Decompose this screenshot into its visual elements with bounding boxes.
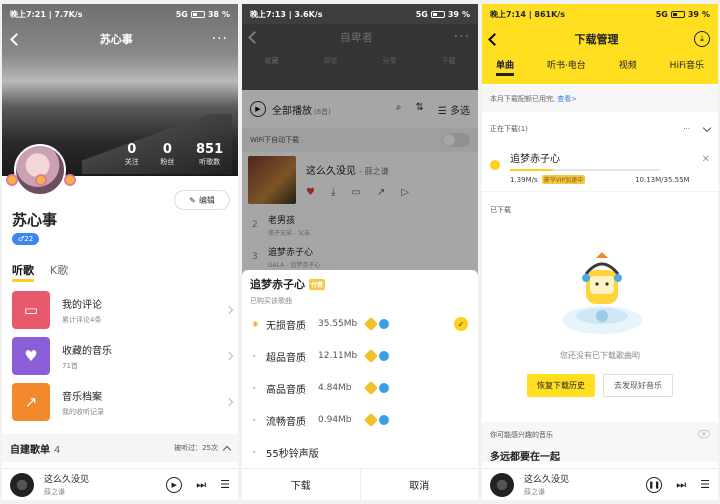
tab-video[interactable]: 视频: [619, 58, 637, 76]
sound-wave-icon: ✱: [252, 319, 259, 329]
vip-speed-badge: 豪华VIP加速中: [541, 175, 586, 184]
chevron-down-icon[interactable]: [702, 123, 712, 132]
screen: 晚上7:21 | 7.7K/s 5G 38% 苏心事 ··· 0 关注 0 粉丝 85…: [0, 0, 720, 504]
play-button[interactable]: ▶: [166, 476, 183, 493]
tab-hifi[interactable]: HiFi音乐: [670, 58, 704, 76]
playlist-icon[interactable]: ☰: [220, 478, 230, 491]
stat-followers[interactable]: 0 粉丝: [160, 142, 174, 167]
empty-message: 您还没有已下载歌曲哟: [560, 351, 640, 360]
quality-option-smooth[interactable]: • 流畅音质 0.94Mb: [242, 404, 478, 436]
stat-listens[interactable]: 851 听歌数: [196, 142, 223, 167]
vip-icon: [363, 380, 379, 396]
download-manager-panel: 晚上7:14 | 861K/s 5G 39% 下载管理 ⤓ 单曲 听书·电台 视频…: [482, 4, 718, 500]
next-button[interactable]: ⏭: [676, 478, 686, 492]
menu-music-archive[interactable]: ↗ 音乐档案 我的收听记录: [12, 382, 234, 422]
next-button[interactable]: ⏭: [196, 478, 206, 492]
view-quota-link[interactable]: 查看>: [557, 94, 577, 104]
profile-stats: 0 关注 0 粉丝 851 听歌数: [114, 142, 234, 167]
restore-history-button[interactable]: 恢复下载历史: [527, 374, 595, 397]
top-nav: 苏心事 ···: [2, 26, 238, 52]
mini-player[interactable]: 这么久没见 薛之谦 ❚❚ ⏭ ☰: [482, 468, 718, 500]
vip-icon: [363, 316, 379, 332]
svip-icon: [379, 415, 389, 425]
page-title: 苏心事: [99, 33, 133, 46]
quality-option-high[interactable]: • 高品音质 4.84Mb: [242, 372, 478, 404]
mini-player[interactable]: 这么久没见 薛之谦 ▶ ⏭ ☰: [2, 468, 238, 500]
cancel-button[interactable]: 取消: [361, 469, 479, 500]
status-bar: 晚上7:21 | 7.7K/s 5G 38%: [10, 9, 230, 19]
download-progress: [510, 169, 660, 171]
battery-icon: [190, 10, 205, 18]
status-bar: 晚上7:14 | 861K/s 5G 39%: [482, 4, 718, 24]
quality-sheet: 追梦赤子心 付费 已购买该歌曲 ✱ 无损音质 35.55Mb ✓ • 超品音质 1…: [242, 270, 478, 500]
chevron-up-icon[interactable]: [222, 445, 232, 454]
svip-icon: [379, 319, 389, 329]
pause-button[interactable]: ❚❚: [646, 476, 663, 493]
more-icon[interactable]: ···: [212, 32, 228, 46]
chevron-right-icon: [224, 351, 234, 361]
edit-profile-button[interactable]: ✎ 编辑: [174, 190, 230, 210]
gender-age-badge: ♂22: [12, 233, 40, 245]
quota-notice: 本月下载配额已用完, 查看>: [482, 86, 718, 112]
downloading-icon: [490, 160, 500, 170]
tab-listen[interactable]: 听歌: [12, 262, 34, 282]
download-icon[interactable]: ⤓: [694, 31, 710, 47]
battery-icon: [430, 10, 445, 18]
status-bar: 晚上7:13 | 3.6K/s 5G 39%: [242, 4, 478, 24]
playlists-header[interactable]: 自建歌单 4 被听过：25次: [2, 434, 238, 462]
tab-karaoke[interactable]: K歌: [50, 262, 68, 282]
battery-icon: [670, 10, 685, 18]
quality-option-lossless[interactable]: ✱ 无损音质 35.55Mb ✓: [242, 308, 478, 340]
back-icon[interactable]: [10, 32, 23, 46]
vip-icon: [363, 412, 379, 428]
quality-option-super[interactable]: • 超品音质 12.11Mb: [242, 340, 478, 372]
pencil-icon: ✎: [189, 195, 196, 205]
stat-following[interactable]: 0 关注: [125, 142, 139, 167]
paid-badge: 付费: [309, 278, 326, 290]
close-icon[interactable]: ✕: [698, 430, 710, 438]
discover-music-button[interactable]: 去发现好音乐: [603, 374, 673, 397]
back-icon[interactable]: [488, 32, 501, 46]
downloaded-header: 已下载: [490, 206, 511, 214]
chart-icon: ↗: [12, 383, 50, 421]
downloading-header: 正在下载(1) ···: [482, 118, 718, 140]
tab-single[interactable]: 单曲: [496, 58, 515, 76]
tab-audiobook-radio[interactable]: 听书·电台: [547, 58, 586, 76]
chevron-right-icon: [224, 305, 234, 315]
recommended-song[interactable]: 多远都要在一起: [490, 448, 710, 463]
album-cover: [490, 472, 514, 497]
album-cover: [10, 472, 34, 497]
empty-state-illustration: [562, 252, 642, 334]
check-icon: ✓: [454, 317, 468, 331]
svip-icon: [379, 383, 389, 393]
recommendation-section: 你可能感兴趣的音乐 ✕ 多远都要在一起: [482, 422, 718, 463]
profile-tabs: 听歌 K歌: [12, 262, 68, 282]
download-item[interactable]: 追梦赤子心 1.39M/s 豪华VIP加速中 10.13M/35.55M ✕: [482, 144, 718, 192]
profile-panel: 晚上7:21 | 7.7K/s 5G 38% 苏心事 ··· 0 关注 0 粉丝 85…: [2, 4, 238, 500]
quality-option-ringtone[interactable]: • 55秒铃声版: [242, 436, 478, 468]
more-icon[interactable]: ···: [683, 125, 690, 133]
menu-favorites[interactable]: ♥ 收藏的音乐 71首: [12, 336, 234, 376]
playlist-panel: 晚上7:13 | 3.6K/s 5G 39% 自卑者 ··· 收藏 评论 分享 下…: [242, 4, 478, 500]
playlist-icon[interactable]: ☰: [700, 478, 710, 491]
download-confirm-button[interactable]: 下载: [242, 469, 361, 500]
vip-icon: [363, 348, 379, 364]
svip-icon: [379, 351, 389, 361]
heart-icon: ♥: [12, 337, 50, 375]
download-header: 下载管理 ⤓ 单曲 听书·电台 视频 HiFi音乐: [482, 24, 718, 84]
comment-icon: ▭: [12, 291, 50, 329]
username: 苏心事: [12, 211, 58, 229]
menu-my-comments[interactable]: ▭ 我的评论 累计评论4条: [12, 290, 234, 330]
avatar-decoration: [8, 176, 74, 198]
chevron-right-icon: [224, 397, 234, 407]
close-icon[interactable]: ✕: [702, 154, 710, 185]
page-title: 下载管理: [574, 33, 619, 46]
